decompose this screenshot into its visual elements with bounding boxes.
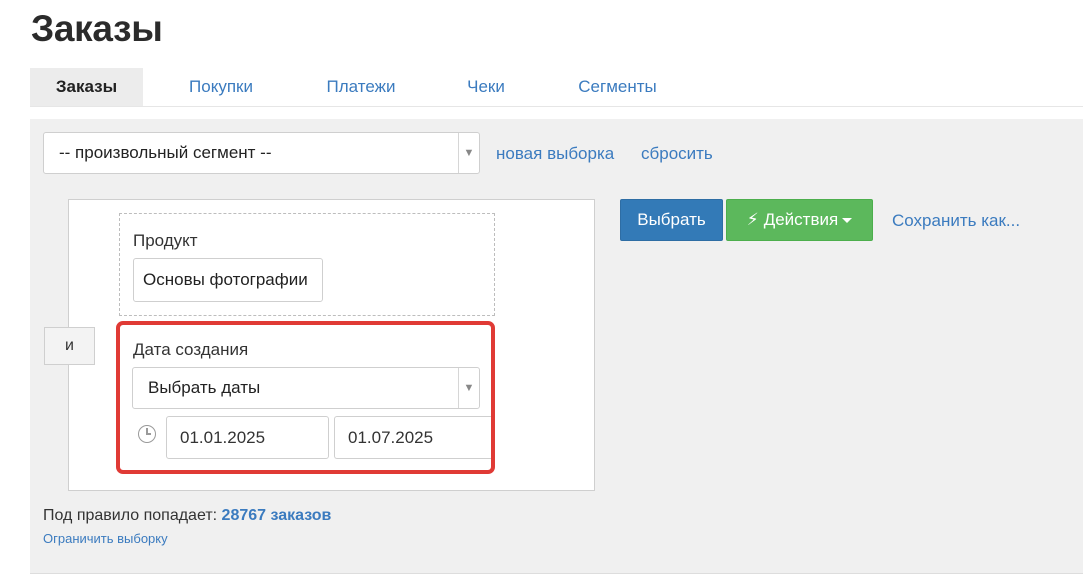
tab-orders[interactable]: Заказы xyxy=(30,68,143,106)
actions-label: Действия xyxy=(763,210,839,229)
filter-panel: -- произвольный сегмент -- ▼ новая выбор… xyxy=(30,119,1083,574)
product-condition: Продукт Основы фотографии xyxy=(119,213,495,316)
product-label: Продукт xyxy=(133,231,198,250)
actions-dropdown-button[interactable]: ⚡︎ Действия xyxy=(726,199,873,241)
reset-link[interactable]: сбросить xyxy=(641,144,713,164)
caret-down-icon xyxy=(842,217,853,223)
clock-icon xyxy=(138,425,156,443)
created-date-condition: Дата создания Выбрать даты ▼ 01.01.2025 … xyxy=(116,321,495,474)
segment-select[interactable]: -- произвольный сегмент -- ▼ xyxy=(43,132,480,174)
tab-payments[interactable]: Платежи xyxy=(310,68,412,106)
date-mode-select[interactable]: Выбрать даты ▼ xyxy=(132,367,480,409)
match-summary: Под правило попадает: 28767 заказов xyxy=(43,507,331,525)
chevron-down-icon: ▼ xyxy=(458,133,479,173)
date-from-input[interactable]: 01.01.2025 xyxy=(166,416,329,459)
chevron-down-icon: ▼ xyxy=(458,368,479,408)
tab-segments[interactable]: Сегменты xyxy=(560,68,675,106)
date-mode-value: Выбрать даты xyxy=(148,378,261,397)
segment-select-value: -- произвольный сегмент -- xyxy=(59,143,272,162)
tab-purchases[interactable]: Покупки xyxy=(170,68,272,106)
and-operator-button[interactable]: и xyxy=(44,327,95,365)
match-count[interactable]: 28767 заказов xyxy=(222,507,332,524)
limit-selection-link[interactable]: Ограничить выборку xyxy=(43,531,168,546)
save-as-link[interactable]: Сохранить как... xyxy=(892,211,1020,231)
tab-receipts[interactable]: Чеки xyxy=(450,68,522,106)
tab-bar: Заказы Покупки Платежи Чеки Сегменты xyxy=(30,68,1083,107)
product-value-chip[interactable]: Основы фотографии xyxy=(133,258,323,302)
select-button[interactable]: Выбрать xyxy=(620,199,723,241)
date-to-input[interactable]: 01.07.2025 xyxy=(334,416,491,459)
match-summary-prefix: Под правило попадает: xyxy=(43,507,218,524)
page-title: Заказы xyxy=(31,8,163,49)
bolt-icon: ⚡︎ xyxy=(746,210,759,229)
created-date-label: Дата создания xyxy=(133,340,249,359)
new-selection-link[interactable]: новая выборка xyxy=(496,144,614,164)
